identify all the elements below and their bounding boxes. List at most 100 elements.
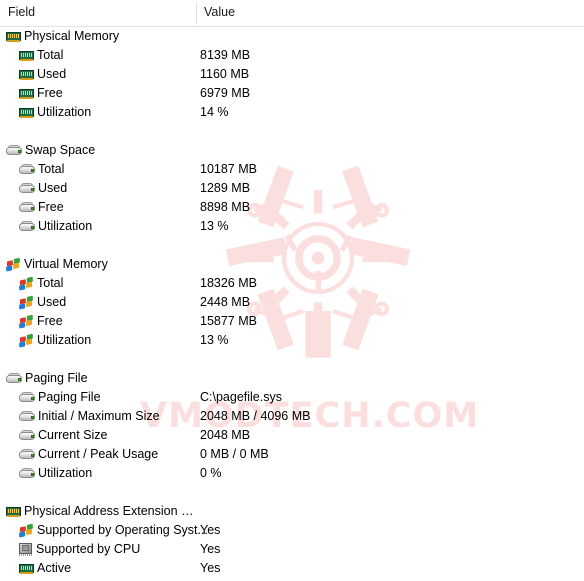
row-label: Virtual Memory xyxy=(24,257,108,271)
property-row[interactable]: Supported by Operating Syst... Yes xyxy=(0,521,584,540)
ram-icon xyxy=(6,31,21,42)
row-field-cell[interactable]: Current / Peak Usage xyxy=(19,445,158,464)
property-row[interactable]: Free 15877 MB xyxy=(0,312,584,331)
row-value: 8139 MB xyxy=(200,48,251,62)
property-row[interactable]: Paging File C:\pagefile.sys xyxy=(0,388,584,407)
property-row[interactable]: Total 8139 MB xyxy=(0,46,584,65)
row-value: Yes xyxy=(200,542,221,556)
row-field-cell[interactable]: Used xyxy=(19,65,66,84)
row-field-cell[interactable]: Swap Space xyxy=(6,141,95,160)
windows-icon xyxy=(19,295,34,310)
column-header-field[interactable]: Field xyxy=(8,5,35,19)
property-row[interactable]: Used 1289 MB xyxy=(0,179,584,198)
row-field-cell[interactable]: Physical Memory xyxy=(6,27,119,46)
row-field-cell[interactable]: Utilization xyxy=(19,103,91,122)
property-row[interactable]: Supported by CPU Yes xyxy=(0,540,584,559)
row-field-cell[interactable]: Free xyxy=(19,84,63,103)
property-group-row[interactable]: Physical Memory xyxy=(0,27,584,46)
row-label: Free xyxy=(37,86,63,100)
property-row[interactable]: Active Yes xyxy=(0,559,584,578)
row-label: Swap Space xyxy=(25,143,96,157)
row-label: Used xyxy=(38,181,68,195)
row-label: Total xyxy=(37,48,64,62)
property-row[interactable]: Initial / Maximum Size 2048 MB / 4096 MB xyxy=(0,407,584,426)
row-field-cell[interactable]: Paging File xyxy=(6,369,88,388)
property-row[interactable]: Free 8898 MB xyxy=(0,198,584,217)
row-label: Current Size xyxy=(38,428,108,442)
row-label: Active xyxy=(37,561,72,575)
row-label: Free xyxy=(37,314,63,328)
row-label: Physical Memory xyxy=(24,29,120,43)
row-field-cell[interactable]: Free xyxy=(19,198,64,217)
row-field-cell[interactable]: Supported by Operating Syst... xyxy=(19,521,208,540)
row-field-cell[interactable]: Paging File xyxy=(19,388,101,407)
row-label: Supported by Operating Syst... xyxy=(37,523,208,537)
row-field-cell[interactable]: Total xyxy=(19,160,64,179)
row-value: 14 % xyxy=(200,105,229,119)
property-group-row[interactable]: Virtual Memory xyxy=(0,255,584,274)
property-row[interactable]: Utilization 0 % xyxy=(0,464,584,483)
row-value: 13 % xyxy=(200,219,229,233)
property-group-row[interactable]: Physical Address Extension (PAE) xyxy=(0,502,584,521)
row-value: C:\pagefile.sys xyxy=(200,390,282,404)
row-label: Current / Peak Usage xyxy=(38,447,159,461)
property-list: Physical Memory Total 8139 MB Used 1160 MB Fr… xyxy=(0,27,584,578)
property-group-row[interactable]: Paging File xyxy=(0,369,584,388)
property-row[interactable]: Utilization 13 % xyxy=(0,331,584,350)
hdd-icon xyxy=(6,373,22,384)
property-row[interactable]: Current Size 2048 MB xyxy=(0,426,584,445)
row-field-cell[interactable]: Total xyxy=(19,274,63,293)
row-label: Free xyxy=(38,200,64,214)
row-field-cell[interactable]: Used xyxy=(19,293,66,312)
column-header-value[interactable]: Value xyxy=(204,5,235,19)
row-field-cell[interactable]: Supported by CPU xyxy=(19,540,140,559)
row-value: 2048 MB / 4096 MB xyxy=(200,409,311,423)
column-divider[interactable] xyxy=(196,2,197,25)
property-row[interactable]: Total 10187 MB xyxy=(0,160,584,179)
row-field-cell[interactable]: Utilization xyxy=(19,464,92,483)
row-field-cell[interactable]: Used xyxy=(19,179,67,198)
ram-icon xyxy=(19,88,34,99)
hdd-icon xyxy=(19,392,35,403)
hdd-icon xyxy=(19,449,35,460)
row-field-cell[interactable]: Utilization xyxy=(19,217,92,236)
row-field-cell[interactable]: Utilization xyxy=(19,331,91,350)
hdd-icon xyxy=(6,145,22,156)
property-row[interactable]: Total 18326 MB xyxy=(0,274,584,293)
hdd-icon xyxy=(19,183,35,194)
row-value: 6979 MB xyxy=(200,86,251,100)
property-row[interactable]: Used 1160 MB xyxy=(0,65,584,84)
row-label: Total xyxy=(37,276,64,290)
row-label: Physical Address Extension (PAE) xyxy=(24,504,196,518)
column-header: Field Value xyxy=(0,0,584,27)
row-value: 18326 MB xyxy=(200,276,257,290)
windows-icon xyxy=(19,276,34,291)
ram-icon xyxy=(19,50,34,61)
hdd-icon xyxy=(19,430,35,441)
row-label: Used xyxy=(37,67,67,81)
ram-icon xyxy=(19,69,34,80)
row-field-cell[interactable]: Initial / Maximum Size xyxy=(19,407,160,426)
row-field-cell[interactable]: Physical Address Extension (PAE) xyxy=(6,502,196,521)
hdd-icon xyxy=(19,221,35,232)
row-field-cell[interactable]: Active xyxy=(19,559,71,578)
windows-icon xyxy=(19,333,34,348)
property-row[interactable]: Used 2448 MB xyxy=(0,293,584,312)
row-field-cell[interactable]: Total xyxy=(19,46,63,65)
hdd-icon xyxy=(19,411,35,422)
windows-icon xyxy=(19,523,34,538)
property-row[interactable]: Free 6979 MB xyxy=(0,84,584,103)
property-row[interactable]: Current / Peak Usage 0 MB / 0 MB xyxy=(0,445,584,464)
row-label: Supported by CPU xyxy=(36,542,141,556)
row-value: 15877 MB xyxy=(200,314,257,328)
property-group-row[interactable]: Swap Space xyxy=(0,141,584,160)
row-label: Utilization xyxy=(37,105,92,119)
row-value: 13 % xyxy=(200,333,229,347)
property-row[interactable]: Utilization 13 % xyxy=(0,217,584,236)
row-field-cell[interactable]: Virtual Memory xyxy=(6,255,108,274)
row-field-cell[interactable]: Free xyxy=(19,312,63,331)
row-label: Paging File xyxy=(38,390,101,404)
row-field-cell[interactable]: Current Size xyxy=(19,426,107,445)
property-row[interactable]: Utilization 14 % xyxy=(0,103,584,122)
windows-icon xyxy=(19,314,34,329)
